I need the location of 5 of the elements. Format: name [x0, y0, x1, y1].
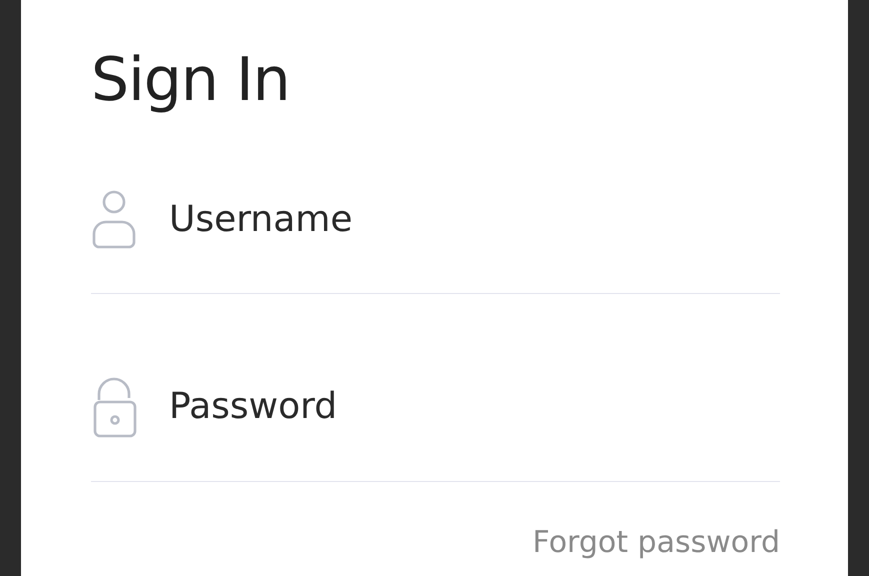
- input-field[interactable]: Username: [169, 192, 780, 246]
- lock-icon: [91, 376, 139, 438]
- forgot-password-link[interactable]: Forgot password: [532, 526, 780, 559]
- input-field[interactable]: Password: [169, 380, 780, 434]
- page-title: Sign In: [91, 44, 291, 116]
